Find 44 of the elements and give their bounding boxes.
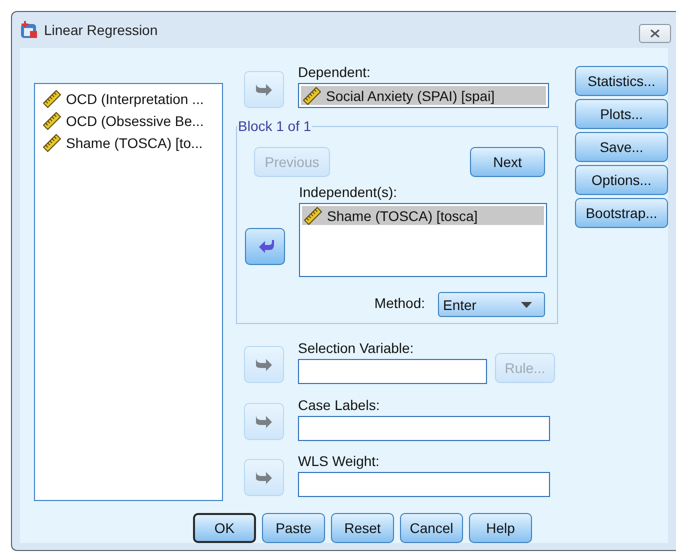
right-arrow-icon [254, 82, 274, 97]
dialog-button[interactable]: Cancel [400, 513, 463, 543]
variable-item[interactable]: Shame (TOSCA) [to... [41, 133, 222, 152]
dialog-button[interactable]: Statistics... [575, 66, 668, 96]
variable-item[interactable]: OCD (Obsessive Be... [41, 111, 222, 130]
field-label: Selection Variable: [298, 340, 415, 358]
variable-label: OCD (Interpretation ... [66, 90, 204, 106]
case-labels-field[interactable] [298, 416, 550, 441]
field-label: WLS Weight: [298, 453, 380, 471]
field-label: Dependent: [298, 64, 372, 82]
variable-label: OCD (Obsessive Be... [66, 112, 204, 128]
dialog-button[interactable]: Options... [575, 165, 668, 195]
variable-item[interactable]: OCD (Interpretation ... [41, 89, 222, 108]
wls-weight-field[interactable] [298, 472, 550, 497]
variable-label: Social Anxiety (SPAI) [spai] [326, 88, 495, 104]
variable-label: Shame (TOSCA) [tosca] [327, 208, 478, 224]
right-arrow-icon [254, 414, 274, 429]
field-label: Independent(s): [299, 184, 398, 202]
field-label: Method: [374, 295, 425, 313]
move-button[interactable] [245, 228, 285, 265]
variable-label: Shame (TOSCA) [to... [66, 134, 203, 150]
dialog-button[interactable]: Paste [262, 513, 325, 543]
selection-variable-field[interactable] [298, 359, 487, 384]
independent-list[interactable]: Shame (TOSCA) [tosca] [299, 203, 547, 277]
dropdown-arrow-icon [521, 302, 532, 308]
right-arrow-icon [254, 357, 274, 372]
dialog-button[interactable]: Help [469, 513, 532, 543]
field-label: Case Labels: [298, 397, 381, 415]
dialog-button[interactable]: Reset [331, 513, 394, 543]
ruler-icon [304, 206, 322, 224]
variable-item[interactable]: Shame (TOSCA) [tosca] [302, 206, 544, 225]
window-title: Linear Regression [44, 22, 158, 38]
close-button[interactable] [639, 24, 671, 43]
method-dropdown[interactable]: Enter [438, 292, 545, 317]
dialog-button[interactable]: Save... [575, 132, 668, 162]
app-icon [20, 21, 38, 39]
ruler-icon [303, 86, 321, 104]
right-arrow-icon [254, 470, 274, 485]
dialog-button[interactable]: Plots... [575, 99, 668, 129]
group-title: Block 1 of 1 [237, 118, 312, 134]
close-icon [650, 29, 660, 38]
dialog-button[interactable]: OK [193, 513, 256, 543]
dialog-button[interactable]: Bootstrap... [575, 198, 668, 228]
next-button[interactable]: Next [470, 147, 545, 177]
